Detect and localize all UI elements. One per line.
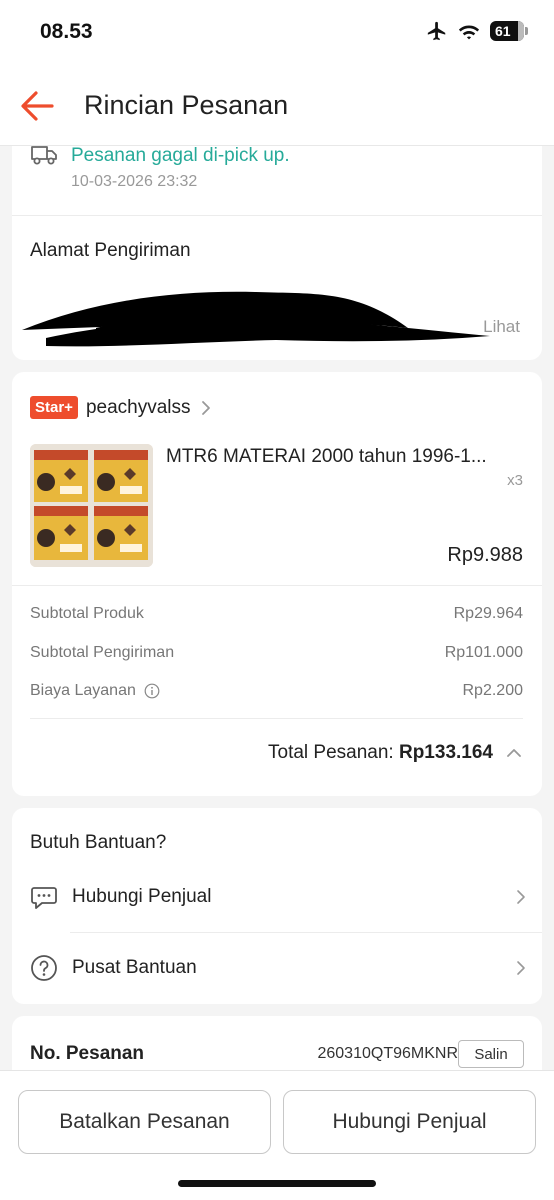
wifi-icon xyxy=(458,25,480,40)
total-value: Rp133.164 xyxy=(398,742,493,763)
star-plus-badge: Star+ xyxy=(30,396,78,419)
summary-row: Subtotal Produk Rp29.964 xyxy=(30,605,523,623)
order-number-label: No. Pesanan xyxy=(30,1043,145,1064)
help-item-contact-seller[interactable]: Hubungi Penjual xyxy=(30,872,528,922)
address-detail-link[interactable]: Lihat xyxy=(483,317,520,337)
help-title: Butuh Bantuan? xyxy=(30,832,167,853)
back-button[interactable] xyxy=(18,86,58,126)
help-item-label: Pusat Bantuan xyxy=(72,957,197,978)
shipment-card[interactable]: Pesanan gagal di-pick up. 10-03-2026 23:… xyxy=(12,120,542,360)
help-item-label: Hubungi Penjual xyxy=(72,886,212,907)
status-icons: 61 xyxy=(426,20,528,42)
shop-name: peachyvalss xyxy=(85,396,191,418)
product-image[interactable] xyxy=(30,444,153,567)
status-time: 08.53 xyxy=(40,20,93,43)
airplane-icon xyxy=(427,21,446,41)
home-indicator xyxy=(178,1180,376,1187)
summary-value: Rp29.964 xyxy=(453,605,523,622)
battery-icon: 61 xyxy=(490,21,528,41)
shipment-status-row xyxy=(30,144,58,166)
chat-icon xyxy=(31,887,57,909)
battery-level: 61 xyxy=(495,23,511,39)
help-card: Butuh Bantuan? Hubungi Penjual Pusat Ban… xyxy=(12,808,542,1004)
total-label: Total Pesanan: xyxy=(268,742,394,763)
redacted-address xyxy=(22,291,490,347)
summary-value: Rp101.000 xyxy=(444,644,523,661)
address-title: Alamat Pengiriman xyxy=(30,240,191,261)
page-title: Rincian Pesanan xyxy=(84,90,289,120)
stamp-image xyxy=(30,444,153,567)
product-price: Rp9.988 xyxy=(447,544,523,566)
divider xyxy=(70,932,542,933)
shipment-time: 10-03-2026 23:32 xyxy=(71,173,198,190)
arrow-left-icon xyxy=(21,91,54,121)
shop-row[interactable]: Star+ peachyvalss xyxy=(30,396,213,419)
divider xyxy=(30,718,523,719)
divider xyxy=(12,215,542,216)
question-circle-icon xyxy=(31,955,57,981)
order-total-row[interactable]: Total Pesanan: Rp133.164 xyxy=(268,742,523,764)
summary-label: Subtotal Pengiriman xyxy=(30,644,175,661)
chevron-up-icon xyxy=(507,749,521,757)
chevron-right-icon xyxy=(517,961,525,975)
chevron-right-icon xyxy=(517,890,525,904)
shipment-status: Pesanan gagal di-pick up. xyxy=(71,145,290,166)
summary-row: Subtotal Pengiriman Rp101.000 xyxy=(30,644,523,662)
product-card: Star+ peachyvalss MTR6 MATERAI 2000 tahu… xyxy=(12,372,542,796)
status-bar: 08.53 61 xyxy=(0,0,554,66)
summary-label: Biaya Layanan xyxy=(30,682,136,699)
product-name[interactable]: MTR6 MATERAI 2000 tahun 1996-1... xyxy=(166,446,522,468)
help-item-help-center[interactable]: Pusat Bantuan xyxy=(30,943,528,993)
summary-label: Subtotal Produk xyxy=(30,605,144,622)
truck-icon xyxy=(31,146,57,165)
contact-seller-button[interactable]: Hubungi Penjual xyxy=(283,1090,536,1154)
app-header: Rincian Pesanan xyxy=(0,66,554,146)
info-icon[interactable] xyxy=(144,683,160,699)
copy-button[interactable]: Salin xyxy=(458,1040,524,1068)
summary-row: Biaya Layanan Rp2.200 xyxy=(30,682,523,700)
summary-value: Rp2.200 xyxy=(462,682,524,699)
divider xyxy=(12,585,542,586)
order-number: 260310QT96MKNR xyxy=(317,1045,458,1062)
product-quantity: x3 xyxy=(507,472,523,489)
cancel-order-button[interactable]: Batalkan Pesanan xyxy=(18,1090,271,1154)
chevron-right-icon xyxy=(201,400,210,415)
